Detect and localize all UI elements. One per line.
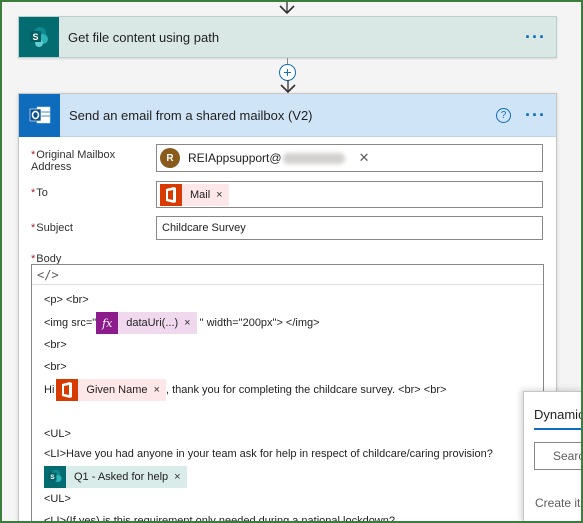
sharepoint-step-title: Get file content using path [68,29,220,45]
body-line: <UL> [44,493,71,505]
mailbox-address: REIAppsupport@ [188,151,282,165]
to-mail-token[interactable]: Mail × [160,183,229,206]
redacted-domain [282,152,345,164]
dynamic-content-panel: Dynamic content Search dynamic content C… [523,391,583,523]
svg-text:S: S [50,474,55,481]
remove-token-button[interactable]: × [216,189,228,201]
subject-value: Childcare Survey [162,222,246,234]
remove-token-button[interactable]: × [154,384,166,396]
help-icon[interactable]: ? [496,107,512,123]
office-icon [160,183,182,206]
mailbox-persona: R REIAppsupport@ ✕ [160,148,369,168]
subject-label: *Subject [31,222,73,234]
expression-fx-icon: fx [96,312,119,334]
given-name-token[interactable]: Given Name × [56,379,166,401]
body-line: <LI>Have you had anyone in your team ask… [44,448,493,460]
body-line: S Q1 - Asked for help × [44,466,187,488]
body-line: <img src=" fx dataUri(...) × " width="20… [44,312,320,334]
svg-text:S: S [32,32,38,42]
sharepoint-step-menu-button[interactable]: ··· [525,28,546,46]
create-items-text: Create items [535,496,583,510]
tab-dynamic-content[interactable]: Dynamic content [534,407,583,422]
body-editor[interactable]: </> <p> <br> <img src=" fx dataUri(...) … [31,264,544,523]
body-line: Hi Given Name × , thank you for completi… [44,379,446,401]
sharepoint-icon: S [44,466,66,488]
outlook-icon [19,93,60,137]
subject-input[interactable]: Childcare Survey [156,216,543,240]
email-step-card: Send an email from a shared mailbox (V2)… [18,93,557,523]
sharepoint-step-card[interactable]: S Get file content using path ··· [18,16,557,58]
arrow-down-icon [280,80,296,94]
remove-token-button[interactable]: × [184,317,196,329]
original-mailbox-label: *Original Mailbox Address [31,149,116,173]
dynamic-content-search-input[interactable]: Search dynamic content [534,442,583,470]
q1-asked-for-help-token[interactable]: S Q1 - Asked for help × [44,466,187,488]
insert-step-button[interactable]: + [279,64,296,81]
email-step-menu-button[interactable]: ··· [525,106,546,124]
body-line: <p> <br> [44,294,89,306]
original-mailbox-field[interactable]: R REIAppsupport@ ✕ [156,144,543,172]
remove-mailbox-button[interactable]: ✕ [359,150,370,166]
active-tab-indicator [534,428,583,430]
body-line: <LI>(If yes) is this requirement only ne… [44,515,395,523]
code-view-toggle-icon[interactable]: </> [32,265,543,285]
avatar: R [160,148,180,168]
to-field[interactable]: Mail × [156,181,543,208]
office-icon [56,379,79,401]
email-step-title: Send an email from a shared mailbox (V2) [69,107,313,123]
arrow-down-icon [279,0,295,15]
body-line: <UL> [44,428,71,440]
body-line: <br> [44,339,67,351]
remove-token-button[interactable]: × [174,471,186,483]
email-step-header[interactable]: Send an email from a shared mailbox (V2)… [19,93,556,137]
body-line: <br> [44,361,67,373]
to-label: *To [31,187,48,199]
datauri-expression-token[interactable]: fx dataUri(...) × [96,312,197,334]
sharepoint-icon: S [19,17,59,57]
